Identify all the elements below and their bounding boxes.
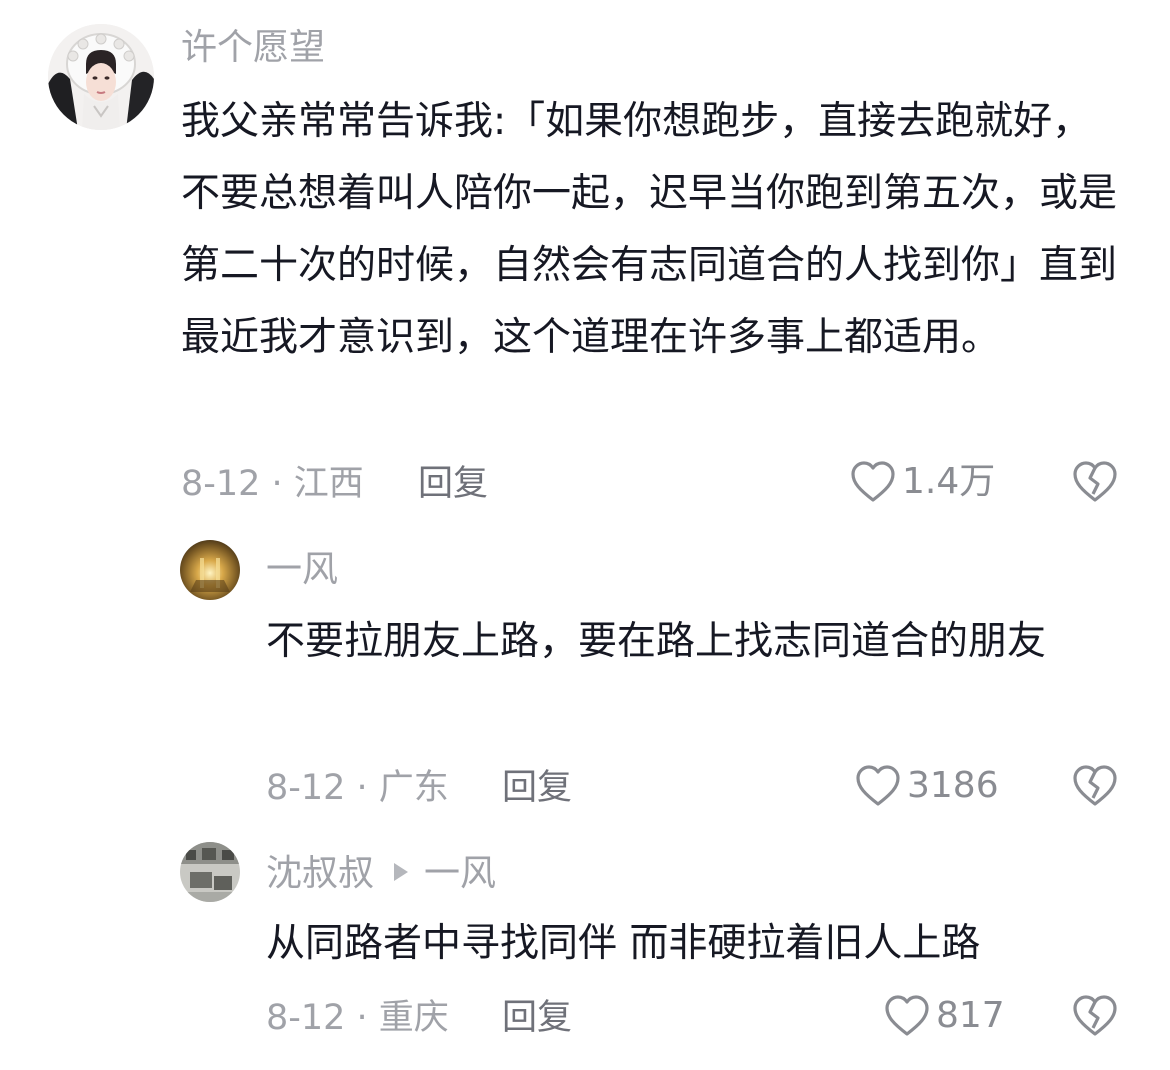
like-button[interactable]: 3186 [855, 764, 999, 808]
like-button[interactable]: 817 [884, 994, 1005, 1038]
like-count: 1.4万 [902, 461, 996, 502]
dislike-button[interactable] [1072, 460, 1118, 504]
comment-author[interactable]: 一风 [266, 548, 338, 592]
like-count: 3186 [907, 765, 999, 806]
heart-icon [855, 764, 901, 808]
broken-heart-icon [1072, 994, 1118, 1038]
comment-text: 我父亲常常告诉我:「如果你想跑步，直接去跑就好，不要总想着叫人陪你一起，迟早当你… [181, 99, 1118, 360]
comment-1: 许个愿望 我父亲常常告诉我:「如果你想跑步，直接去跑就好，不要总想着叫人陪你一起… [0, 0, 1170, 520]
broken-heart-icon [1072, 764, 1118, 808]
comment-date-location: 8-12 · 广东 [266, 768, 449, 808]
avatar[interactable] [180, 540, 240, 600]
like-button[interactable]: 1.4万 [850, 460, 995, 504]
comment-2: 一风 不要拉朋友上路，要在路上找志同道合的朋友 8-12 · 广东 回复 318… [0, 520, 1170, 820]
avatar-image [180, 842, 240, 902]
comment-author[interactable]: 许个愿望 [181, 26, 325, 70]
avatar[interactable] [48, 24, 154, 130]
comment-text: 不要拉朋友上路，要在路上找志同道合的朋友 [266, 619, 1047, 664]
reply-target-author[interactable]: 一风 [424, 853, 496, 894]
heart-icon [850, 460, 896, 504]
comment-date-location: 8-12 · 江西 [181, 464, 364, 504]
reply-button[interactable]: 回复 [502, 766, 572, 810]
avatar-image [180, 540, 240, 600]
like-count: 817 [936, 995, 1005, 1036]
dislike-button[interactable] [1072, 764, 1118, 808]
reply-to-arrow-icon [394, 863, 409, 881]
comment-date-location: 8-12 · 重庆 [266, 998, 449, 1038]
heart-icon [884, 994, 930, 1038]
comment-author-line: 沈叔叔 一风 [266, 852, 496, 896]
avatar-image [48, 24, 154, 130]
reply-button[interactable]: 回复 [502, 996, 572, 1040]
dislike-button[interactable] [1072, 994, 1118, 1038]
comment-3: 沈叔叔 一风 从同路者中寻找同伴 而非硬拉着旧人上路 8-12 · 重庆 回复 8… [0, 820, 1170, 1070]
comment-author[interactable]: 沈叔叔 [266, 853, 374, 894]
avatar[interactable] [180, 842, 240, 902]
broken-heart-icon [1072, 460, 1118, 504]
reply-button[interactable]: 回复 [418, 462, 488, 506]
comment-text: 从同路者中寻找同伴 而非硬拉着旧人上路 [266, 921, 981, 966]
